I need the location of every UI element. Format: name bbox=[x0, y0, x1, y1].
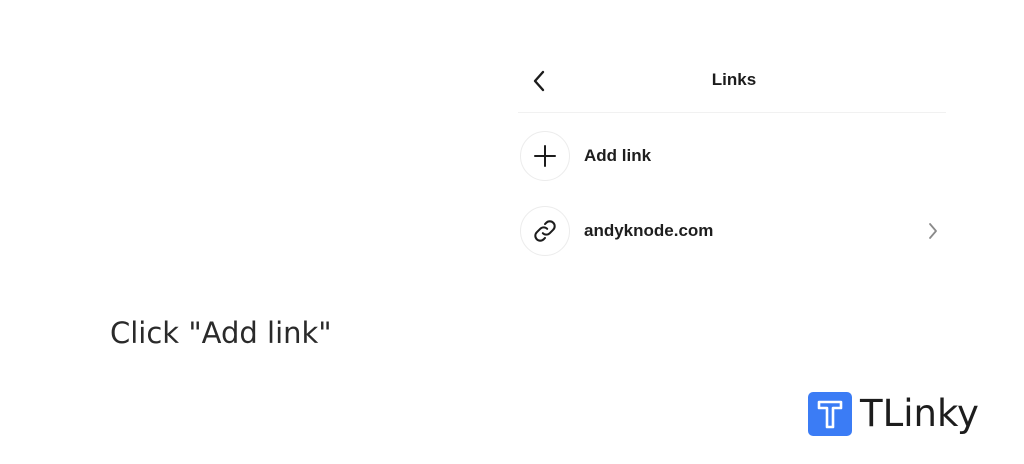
links-header: Links bbox=[518, 52, 946, 113]
brand-name: TLinky bbox=[860, 392, 979, 435]
chevron-right-icon bbox=[929, 223, 937, 239]
link-icon bbox=[534, 220, 556, 242]
link-row-andyknode[interactable]: andyknode.com bbox=[520, 205, 944, 257]
add-link-label: Add link bbox=[584, 146, 652, 165]
instruction-text: Click "Add link" bbox=[110, 316, 332, 350]
link-icon-wrap bbox=[520, 206, 570, 256]
tlinky-logo-icon bbox=[808, 392, 852, 436]
page-title: Links bbox=[711, 70, 757, 89]
link-row-chevron bbox=[926, 221, 940, 241]
plus-icon bbox=[534, 145, 556, 167]
links-panel: Links Add link andyknode.com bbox=[518, 52, 946, 277]
link-url-label: andyknode.com bbox=[584, 221, 714, 240]
add-link-row[interactable]: Add link bbox=[520, 130, 944, 182]
brand-logo: TLinky bbox=[808, 391, 979, 437]
add-link-icon-wrap bbox=[520, 131, 570, 181]
